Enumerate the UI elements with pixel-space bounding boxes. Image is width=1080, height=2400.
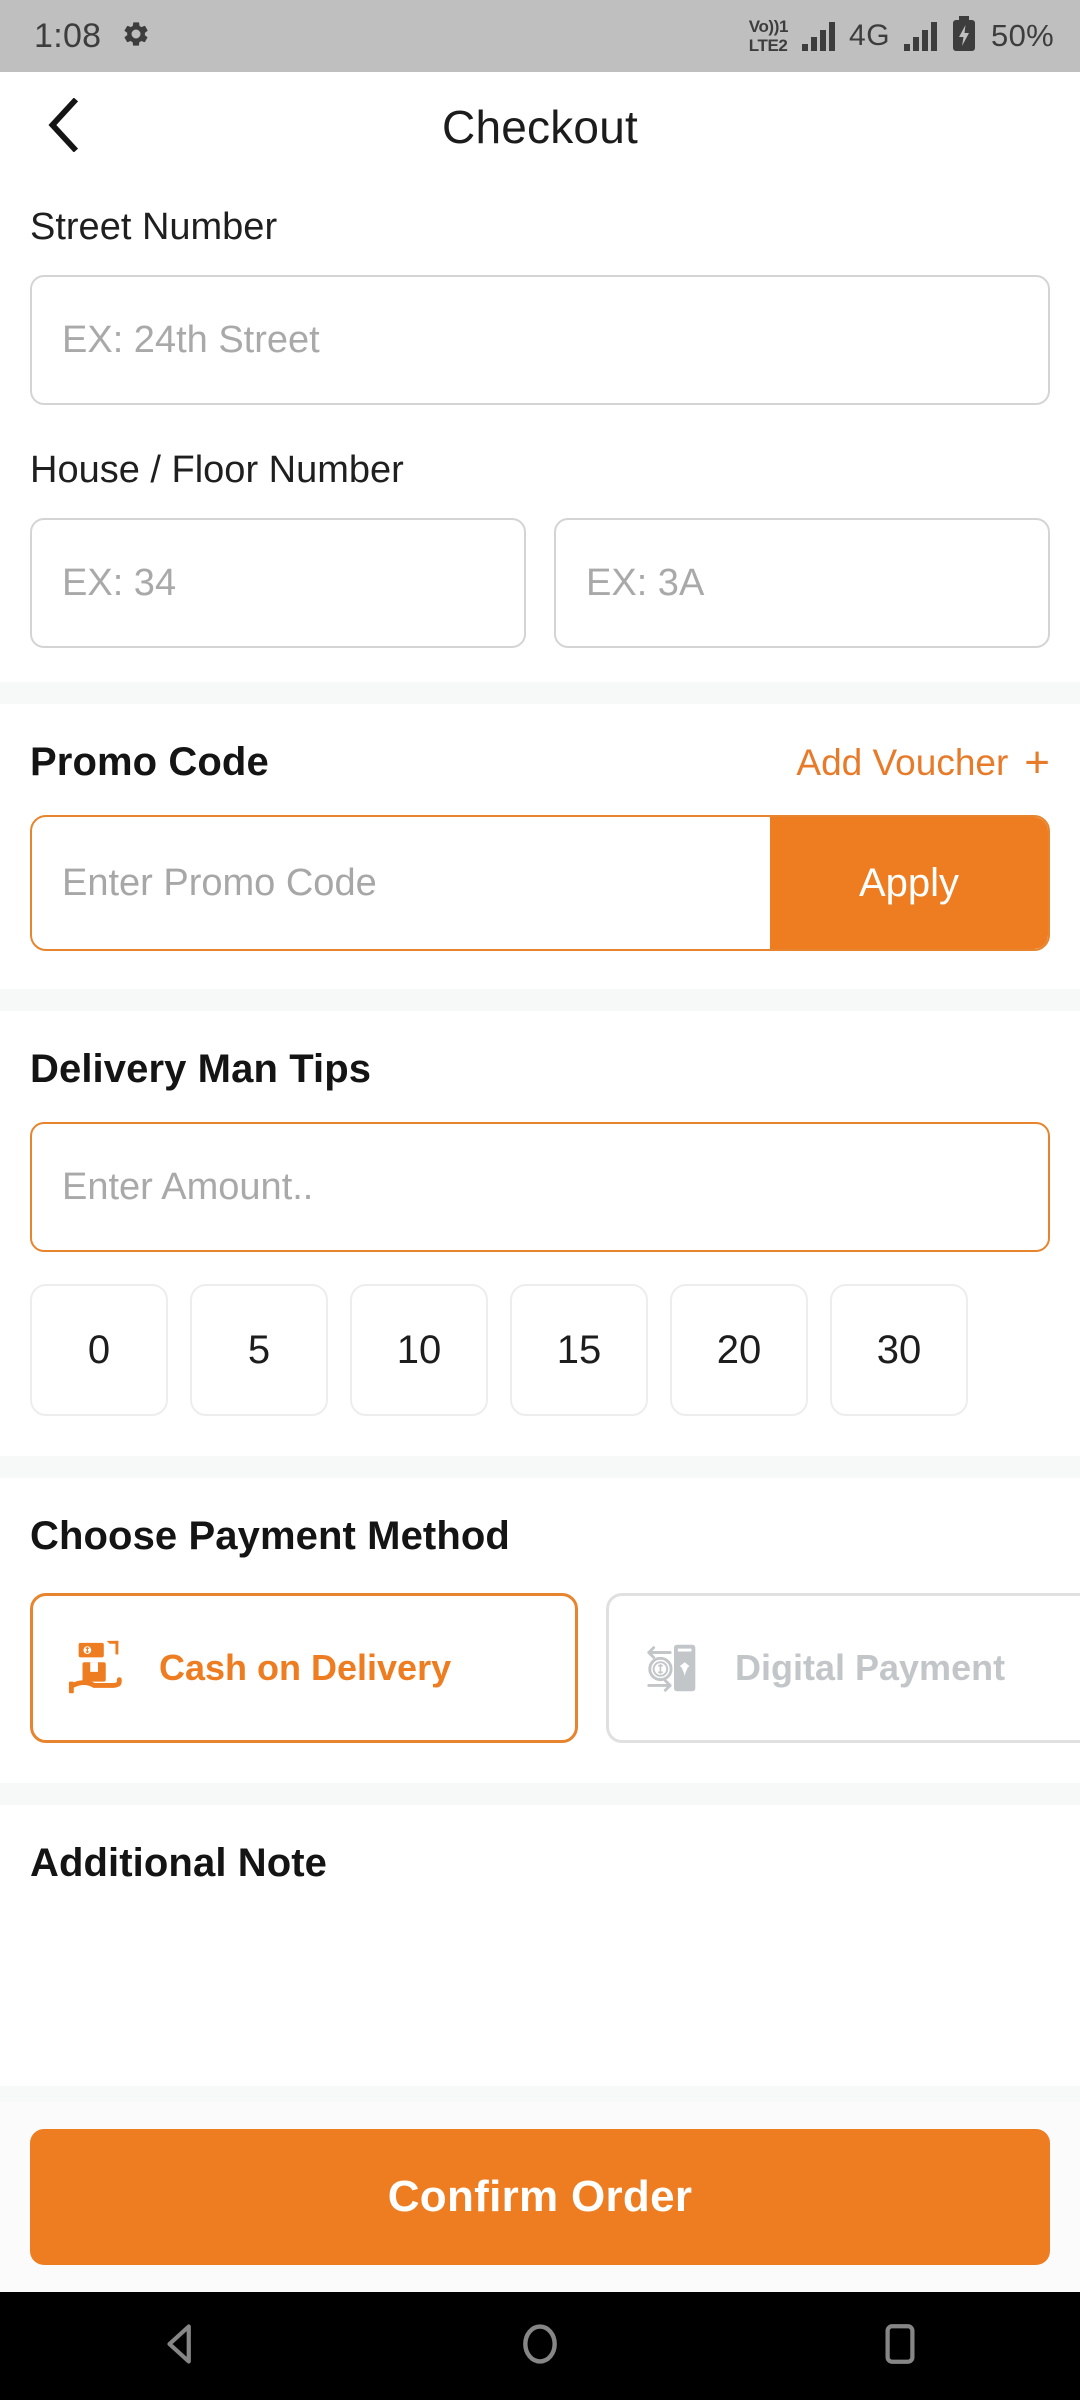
add-voucher-button[interactable]: Add Voucher + <box>796 737 1050 787</box>
status-bar-right: Vo))1 LTE2 4G 50% <box>748 15 1054 57</box>
payment-method-section: Choose Payment Method Cash on Delivery D… <box>0 1478 1080 1783</box>
signal-bars-sim2-icon <box>904 21 938 51</box>
payment-method-list: Cash on Delivery Digital Payment <box>0 1593 1080 1743</box>
address-section: Street Number EX: 24th Street House / Fl… <box>0 182 1080 682</box>
street-number-label: Street Number <box>30 206 278 248</box>
tip-preset-20[interactable]: 20 <box>670 1284 808 1416</box>
square-recents-icon <box>882 2321 918 2372</box>
street-number-input[interactable]: EX: 24th Street <box>30 275 1050 405</box>
digital-payment-icon <box>643 1637 705 1699</box>
promo-code-row: Enter Promo Code Apply <box>30 815 1050 951</box>
section-divider <box>0 682 1080 704</box>
promo-code-section: Promo Code Add Voucher + Enter Promo Cod… <box>0 704 1080 989</box>
page-title: Checkout <box>442 101 638 153</box>
tip-amount-input[interactable]: Enter Amount.. <box>30 1122 1050 1252</box>
payment-method-label: Cash on Delivery <box>159 1647 452 1688</box>
gear-icon <box>121 19 151 54</box>
battery-percent-label: 50% <box>991 18 1054 53</box>
payment-method-cash-on-delivery[interactable]: Cash on Delivery <box>30 1593 578 1743</box>
promo-code-title: Promo Code <box>30 740 269 784</box>
tip-preset-5[interactable]: 5 <box>190 1284 328 1416</box>
android-nav-bar <box>0 2292 1080 2400</box>
section-divider <box>0 1783 1080 1805</box>
nav-home-button[interactable] <box>480 2292 600 2400</box>
battery-charging-icon <box>951 15 977 57</box>
phone-screen: 1:08 Vo))1 LTE2 4G 50% Checkout Street N… <box>0 0 1080 2400</box>
promo-code-input[interactable]: Enter Promo Code <box>32 817 770 949</box>
triangle-back-icon <box>159 2321 201 2372</box>
tip-preset-10[interactable]: 10 <box>350 1284 488 1416</box>
floor-number-placeholder: EX: 3A <box>586 561 705 604</box>
checkout-scroll-area[interactable]: Street Number EX: 24th Street House / Fl… <box>0 182 1080 2292</box>
status-bar: 1:08 Vo))1 LTE2 4G 50% <box>0 0 1080 72</box>
tip-preset-0[interactable]: 0 <box>30 1284 168 1416</box>
house-floor-number-label: House / Floor Number <box>30 449 404 491</box>
apply-promo-button[interactable]: Apply <box>770 817 1048 949</box>
circle-home-icon <box>518 2320 562 2373</box>
tip-amount-placeholder: Enter Amount.. <box>62 1165 314 1208</box>
network-type-label: 4G <box>849 19 891 52</box>
delivery-tips-section: Delivery Man Tips Enter Amount.. 0 5 10 15 2… <box>0 1011 1080 1456</box>
payment-method-digital-payment[interactable]: Digital Payment <box>606 1593 1080 1743</box>
confirm-order-button[interactable]: Confirm Order <box>30 2129 1050 2265</box>
nav-recents-button[interactable] <box>840 2292 960 2400</box>
add-voucher-label: Add Voucher <box>796 741 1009 783</box>
promo-code-placeholder: Enter Promo Code <box>62 861 377 904</box>
status-bar-left: 1:08 <box>34 17 151 56</box>
additional-note-section: Additional Note <box>0 1805 1080 2086</box>
house-number-input[interactable]: EX: 34 <box>30 518 526 648</box>
payment-method-title: Choose Payment Method <box>30 1514 510 1558</box>
section-divider <box>0 989 1080 1011</box>
back-button[interactable] <box>30 92 100 162</box>
payment-method-label: Digital Payment <box>735 1647 1006 1688</box>
delivery-tips-title: Delivery Man Tips <box>30 1047 372 1091</box>
chevron-left-icon <box>43 97 87 157</box>
confirm-order-bar: Confirm Order <box>0 2102 1080 2292</box>
promo-code-header: Promo Code Add Voucher + <box>0 740 1080 785</box>
app-bar: Checkout <box>0 72 1080 182</box>
plus-icon: + <box>1024 737 1050 787</box>
floor-number-input[interactable]: EX: 3A <box>554 518 1050 648</box>
house-number-placeholder: EX: 34 <box>62 561 177 604</box>
status-clock: 1:08 <box>34 16 102 55</box>
signal-bars-sim1-icon <box>802 21 836 51</box>
nav-back-button[interactable] <box>120 2292 240 2400</box>
tip-preset-30[interactable]: 30 <box>830 1284 968 1416</box>
additional-note-title: Additional Note <box>30 1841 328 1885</box>
tip-preset-list[interactable]: 0 5 10 15 20 30 <box>0 1284 1080 1416</box>
street-number-placeholder: EX: 24th Street <box>62 318 320 361</box>
tip-preset-15[interactable]: 15 <box>510 1284 648 1416</box>
section-divider <box>0 1456 1080 1478</box>
cash-on-delivery-icon <box>67 1637 129 1699</box>
volte-icon: Vo))1 LTE2 <box>748 17 789 55</box>
